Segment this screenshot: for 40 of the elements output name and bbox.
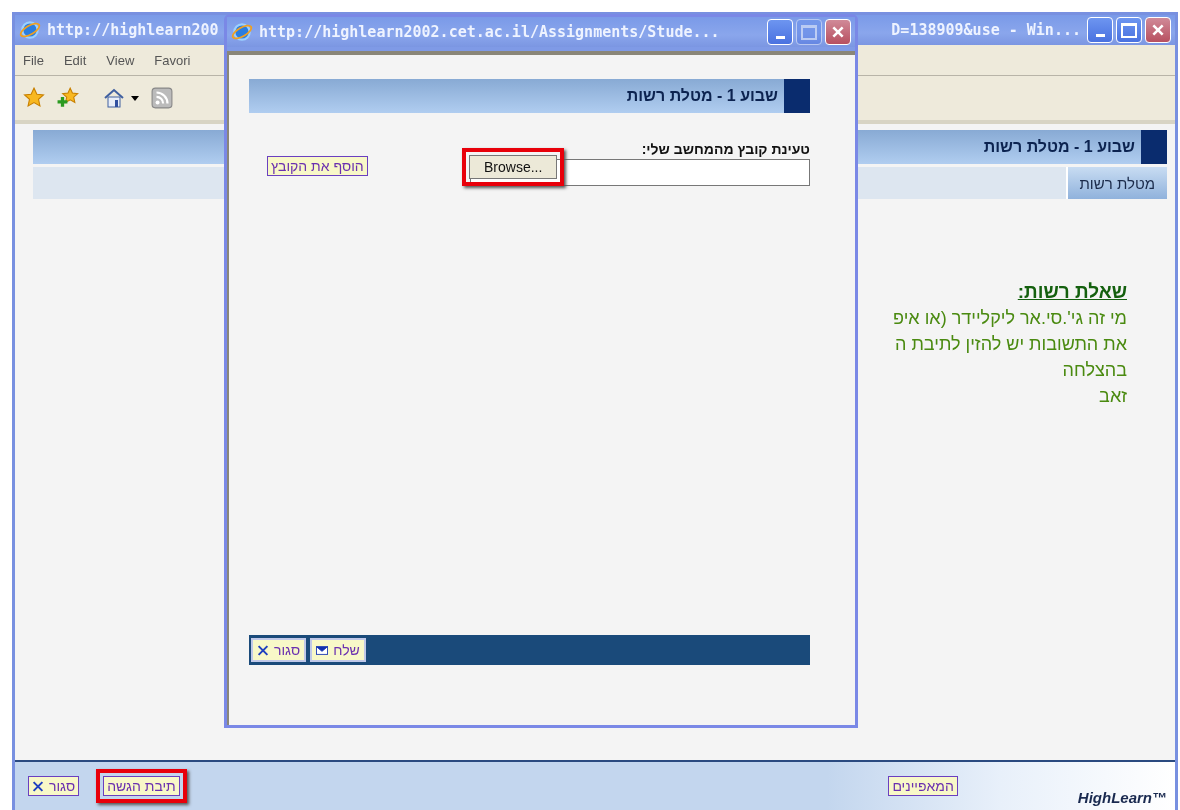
close-button[interactable]: סגור — [28, 776, 80, 796]
browser-icon — [231, 21, 253, 43]
add-favorite-icon[interactable] — [57, 87, 79, 109]
question-text: את התשובות יש להזין לתיבת ה — [894, 333, 1127, 356]
question-text: זאב — [1099, 385, 1127, 408]
upload-label: טעינת קובץ מהמחשב שלי: — [640, 141, 810, 157]
window-title: http://highlearn2002.cet.ac.il/Assignments/Stude... — [259, 23, 720, 41]
window-title: D=138909&use - Win... — [891, 21, 1081, 39]
close-button[interactable]: סגור — [251, 638, 307, 662]
browser-icon — [19, 19, 41, 41]
menu-item[interactable]: Favori — [154, 52, 191, 68]
dialog-header: שבוע 1 - מטלת רשות — [249, 79, 810, 113]
close-icon — [32, 780, 44, 792]
star-icon[interactable] — [23, 87, 45, 109]
question-heading: שאלת רשות: — [1017, 280, 1127, 304]
tab[interactable]: מטלת רשות — [1065, 167, 1167, 199]
close-button[interactable] — [1145, 17, 1171, 43]
close-button[interactable] — [825, 19, 851, 45]
add-file-button[interactable]: הוסף את הקובץ — [267, 155, 368, 176]
question-text: מי זה גי'.סי.אר ליקליידר (או איפ — [893, 307, 1127, 330]
menu-item[interactable]: Edit — [63, 52, 87, 68]
browse-button[interactable]: Browse... — [469, 155, 558, 179]
logo: HighLearn™ — [1077, 789, 1167, 806]
question-text: בהצלחה — [1062, 359, 1127, 382]
properties-button[interactable]: המאפיינים — [888, 776, 958, 796]
close-icon — [831, 25, 845, 39]
home-icon[interactable] — [103, 87, 125, 109]
close-icon — [1151, 23, 1165, 37]
send-button[interactable]: שלח — [310, 638, 366, 662]
minimize-button[interactable] — [1087, 17, 1113, 43]
rss-icon[interactable] — [151, 87, 173, 109]
maximize-button[interactable] — [1116, 17, 1142, 43]
window-title: http://highlearn200 — [47, 21, 219, 39]
caret-icon[interactable] — [131, 95, 139, 101]
menu-item[interactable]: View — [106, 52, 135, 68]
close-icon — [257, 644, 269, 656]
envelope-icon — [316, 644, 329, 656]
menu-item[interactable]: File — [23, 52, 44, 68]
minimize-button[interactable] — [767, 19, 793, 45]
submission-box-button[interactable]: תיבת הגשה — [103, 776, 180, 796]
